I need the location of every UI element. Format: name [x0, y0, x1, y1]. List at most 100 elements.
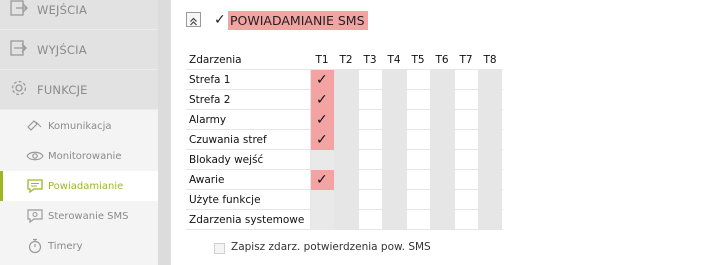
active-indicator [0, 171, 3, 201]
checkbox-cell[interactable] [358, 150, 382, 170]
sms-control-icon [26, 208, 44, 224]
checkbox-cell[interactable] [406, 150, 430, 170]
checkbox-cell[interactable] [334, 170, 358, 190]
checkbox-cell[interactable] [478, 190, 502, 210]
eye-icon [26, 148, 44, 164]
checkbox-cell[interactable] [430, 90, 454, 110]
checkbox-cell[interactable] [310, 150, 334, 170]
checkbox-cell[interactable] [478, 130, 502, 150]
checkbox-cell[interactable] [406, 110, 430, 130]
checkbox-cell[interactable] [478, 210, 502, 230]
submenu-item-sterowanie-sms[interactable]: Sterowanie SMS [0, 201, 158, 231]
submenu-item-monitorowanie[interactable]: Monitorowanie [0, 141, 158, 171]
table-row: Alarmy ✓ [186, 110, 503, 130]
checkbox-cell[interactable] [358, 210, 382, 230]
checkbox-cell[interactable] [382, 170, 406, 190]
checkbox-cell[interactable] [310, 210, 334, 230]
checkbox-cell[interactable] [430, 70, 454, 90]
row-label: Czuwania stref [189, 134, 267, 146]
table-header-row: Zdarzenia T1 T2 T3 T4 T5 T6 T7 T8 [186, 50, 503, 70]
submenu-item-komunikacja[interactable]: Komunikacja [0, 111, 158, 141]
checkmark-icon: ✓ [316, 172, 328, 188]
checkbox-cell[interactable] [406, 90, 430, 110]
checkbox-cell[interactable] [430, 210, 454, 230]
checkbox-cell[interactable] [382, 190, 406, 210]
checkbox-cell[interactable]: ✓ [310, 70, 334, 90]
save-confirmation-checkbox[interactable] [214, 243, 225, 254]
row-label: Zdarzenia systemowe [189, 214, 305, 226]
checkbox-cell[interactable] [454, 110, 478, 130]
checkmark-icon: ✓ [316, 112, 328, 128]
checkbox-cell[interactable] [430, 130, 454, 150]
checkbox-cell[interactable] [382, 210, 406, 230]
checkbox-cell[interactable] [406, 170, 430, 190]
checkbox-cell[interactable] [454, 210, 478, 230]
submenu-item-powiadamianie[interactable]: Powiadamianie [0, 171, 158, 201]
checkbox-cell[interactable] [310, 190, 334, 210]
menu-item-wyjscia[interactable]: WYJŚCIA [0, 30, 158, 70]
checkbox-cell[interactable] [478, 70, 502, 90]
checkbox-cell[interactable] [382, 70, 406, 90]
column-header: T4 [387, 54, 401, 66]
checkbox-cell[interactable] [406, 190, 430, 210]
table-row: Użyte funkcje [186, 190, 503, 210]
submenu-item-label: Monitorowanie [48, 151, 122, 162]
checkbox-cell[interactable] [478, 90, 502, 110]
checkbox-cell[interactable] [454, 90, 478, 110]
checkbox-cell[interactable]: ✓ [310, 130, 334, 150]
checkbox-cell[interactable] [454, 190, 478, 210]
checkbox-cell[interactable] [334, 70, 358, 90]
checkbox-cell[interactable] [382, 110, 406, 130]
checkbox-cell[interactable] [406, 70, 430, 90]
checkbox-cell[interactable] [358, 130, 382, 150]
column-header: T2 [339, 54, 353, 66]
table-row: Awarie ✓ [186, 170, 503, 190]
checkbox-cell[interactable] [478, 170, 502, 190]
checkbox-cell[interactable] [478, 110, 502, 130]
checkbox-cell[interactable] [334, 90, 358, 110]
sidebar-divider [158, 0, 171, 265]
checkbox-cell[interactable] [358, 190, 382, 210]
checkbox-cell[interactable]: ✓ [310, 110, 334, 130]
checkbox-cell[interactable] [430, 150, 454, 170]
output-arrow-icon [10, 39, 28, 57]
table-row: Strefa 2 ✓ [186, 90, 503, 110]
collapse-button[interactable] [186, 12, 201, 27]
checkbox-cell[interactable] [334, 150, 358, 170]
checkbox-cell[interactable] [334, 210, 358, 230]
checkbox-cell[interactable] [478, 150, 502, 170]
checkbox-cell[interactable] [454, 130, 478, 150]
checkbox-cell[interactable] [334, 110, 358, 130]
checkbox-cell[interactable] [406, 210, 430, 230]
checkbox-cell[interactable]: ✓ [310, 170, 334, 190]
row-label: Awarie [189, 174, 225, 186]
checkbox-cell[interactable] [430, 170, 454, 190]
checkbox-cell[interactable] [358, 110, 382, 130]
checkbox-cell[interactable] [358, 90, 382, 110]
menu-item-funkcje[interactable]: FUNKCJE [0, 70, 158, 110]
submenu-item-timery[interactable]: Timery [0, 231, 158, 261]
checkbox-cell[interactable] [430, 190, 454, 210]
sidebar: WEJŚCIA WYJŚCIA FUNKCJE Komunikacja Moni… [0, 0, 158, 265]
table-row: Zdarzenia systemowe [186, 210, 503, 230]
column-header: T7 [459, 54, 473, 66]
checkbox-cell[interactable] [454, 170, 478, 190]
checkbox-cell[interactable] [334, 130, 358, 150]
checkbox-cell[interactable] [382, 130, 406, 150]
section-enable-checkbox[interactable]: ✓ [214, 12, 226, 28]
checkbox-cell[interactable]: ✓ [310, 90, 334, 110]
checkbox-cell[interactable] [358, 70, 382, 90]
row-label: Alarmy [189, 114, 227, 126]
checkbox-cell[interactable] [406, 130, 430, 150]
checkmark-icon: ✓ [316, 72, 328, 88]
checkbox-cell[interactable] [382, 90, 406, 110]
menu-item-wejscia[interactable]: WEJŚCIA [0, 0, 158, 30]
checkbox-cell[interactable] [382, 150, 406, 170]
checkbox-cell[interactable] [430, 110, 454, 130]
checkbox-cell[interactable] [454, 150, 478, 170]
menu-item-label: FUNKCJE [37, 83, 88, 97]
menu-item-label: WEJŚCIA [37, 3, 88, 17]
checkbox-cell[interactable] [358, 170, 382, 190]
checkbox-cell[interactable] [334, 190, 358, 210]
checkbox-cell[interactable] [454, 70, 478, 90]
